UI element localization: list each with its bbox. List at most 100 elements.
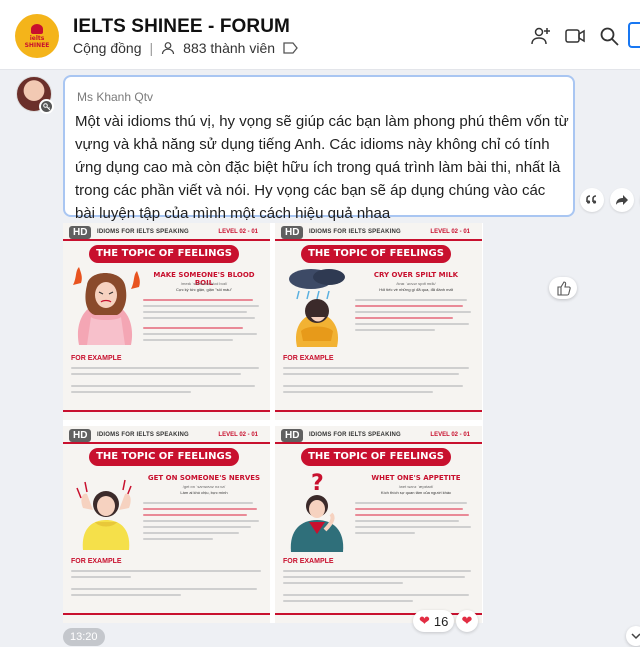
text-line <box>143 502 253 504</box>
svg-text:?: ? <box>311 471 324 496</box>
like-button[interactable] <box>549 277 577 299</box>
text-line <box>355 532 415 534</box>
text-line <box>143 317 255 319</box>
key-badge-icon <box>39 99 54 114</box>
scroll-down-button[interactable] <box>626 626 640 646</box>
text-line <box>283 582 403 584</box>
topic-banner: THE TOPIC OF FEELINGS <box>301 245 451 263</box>
text-line <box>283 373 459 375</box>
group-subtitle: Cộng đồng | 883 thành viên <box>73 40 299 56</box>
text-line <box>143 526 251 528</box>
text-line <box>143 508 257 510</box>
text-line <box>71 588 257 590</box>
share-icon[interactable] <box>610 188 634 212</box>
tag-icon[interactable] <box>283 42 299 54</box>
text-line <box>71 594 181 596</box>
hd-badge: HD <box>281 226 304 239</box>
text-line <box>143 514 247 516</box>
text-line <box>71 391 191 393</box>
member-count[interactable]: 883 thành viên <box>183 40 275 56</box>
text-line <box>71 373 241 375</box>
series-title: IDIOMS FOR IELTS SPEAKING <box>97 229 189 235</box>
topic-banner: THE TOPIC OF FEELINGS <box>301 448 451 466</box>
hd-badge: HD <box>281 429 304 442</box>
text-line <box>143 327 243 329</box>
text-line <box>355 317 453 319</box>
text-line <box>143 520 259 522</box>
chat-header: ielts SHINEE IELTS SHINEE - FORUM Cộng đ… <box>0 0 640 70</box>
text-line <box>355 514 469 516</box>
text-line <box>71 367 259 369</box>
card-footer-rule <box>275 410 482 412</box>
search-icon[interactable] <box>598 25 620 47</box>
text-line <box>71 385 255 387</box>
sender-name[interactable]: Ms Khanh Qtv <box>77 90 153 104</box>
idiom-image-3[interactable]: HD IDIOMS FOR IELTS SPEAKING LEVEL 02 - … <box>63 426 270 623</box>
image-grid[interactable]: HD IDIOMS FOR IELTS SPEAKING LEVEL 02 - … <box>63 223 483 623</box>
message-text: Một vài idioms thú vị, hy vọng sẽ giúp c… <box>75 113 569 222</box>
hd-badge: HD <box>69 226 92 239</box>
text-line <box>283 385 463 387</box>
for-example-label: FOR EXAMPLE <box>283 558 334 565</box>
text-line <box>143 532 239 534</box>
for-example-label: FOR EXAMPLE <box>71 558 122 565</box>
text-line <box>355 520 459 522</box>
text-line <box>143 305 259 307</box>
heart-icon: ❤ <box>419 613 430 628</box>
text-line <box>143 311 247 313</box>
thinking-man-illustration: ? <box>281 468 355 554</box>
idiom-image-2[interactable]: HD IDIOMS FOR IELTS SPEAKING LEVEL 02 - … <box>275 223 482 420</box>
text-line <box>355 502 467 504</box>
logo-text-bottom: SHINEE <box>24 41 50 49</box>
react-heart-button[interactable]: ❤ <box>456 610 478 632</box>
message-bubble[interactable]: Ms Khanh Qtv Một vài idioms thú vị, hy v… <box>63 75 575 222</box>
text-line <box>355 323 469 325</box>
idiom-pronunciation: /wet wʌnz ˈæpɪtaɪt/ <box>398 484 434 489</box>
member-icon <box>162 42 175 55</box>
message-time: 13:20 <box>63 628 105 646</box>
idiom-title: GET ON SOMEONE'S NERVES <box>147 474 261 482</box>
hd-badge: HD <box>69 429 92 442</box>
text-line <box>283 367 469 369</box>
idiom-meaning: Hối tiếc về những gì đã qua, đã đánh mất <box>379 287 453 292</box>
idiom-image-4[interactable]: HD IDIOMS FOR IELTS SPEAKING LEVEL 02 - … <box>275 426 482 623</box>
group-title[interactable]: IELTS SHINEE - FORUM <box>73 16 290 38</box>
level-label: LEVEL 02 - 01 <box>218 229 258 235</box>
group-avatar[interactable]: ielts SHINEE <box>15 14 59 58</box>
text-line <box>143 333 257 335</box>
idiom-meaning: Kích thích sự quan tâm của người khác <box>380 490 452 495</box>
for-example-label: FOR EXAMPLE <box>283 355 334 362</box>
text-line <box>283 594 469 596</box>
topic-banner: THE TOPIC OF FEELINGS <box>89 245 239 263</box>
level-label: LEVEL 02 - 01 <box>218 432 258 438</box>
text-line <box>283 600 413 602</box>
level-label: LEVEL 02 - 01 <box>430 432 470 438</box>
separator: | <box>149 40 154 56</box>
frustrated-woman-illustration <box>69 468 143 554</box>
text-line <box>71 570 261 572</box>
sidebar-toggle-icon[interactable] <box>628 22 640 48</box>
reaction-count: 16 <box>433 613 449 629</box>
heart-icon: ❤ <box>461 613 473 628</box>
thumbs-up-icon <box>556 280 571 296</box>
angry-woman-illustration <box>69 265 143 351</box>
video-call-icon[interactable] <box>564 25 586 47</box>
text-line <box>283 391 433 393</box>
quote-icon[interactable] <box>580 188 604 212</box>
logo-text-top: ielts <box>29 34 45 42</box>
for-example-label: FOR EXAMPLE <box>71 355 122 362</box>
topic-banner: THE TOPIC OF FEELINGS <box>89 448 239 466</box>
text-line <box>355 299 467 301</box>
idiom-pronunciation: /kraɪ ˈəʊvər spɪlt mɪlk/ <box>396 281 436 286</box>
idiom-meaning: Làm ai khó chịu, bực mình <box>180 490 228 495</box>
idiom-image-1[interactable]: HD IDIOMS FOR IELTS SPEAKING LEVEL 02 - … <box>63 223 270 420</box>
text-line <box>143 339 233 341</box>
chevron-down-icon <box>631 633 640 640</box>
reaction-summary[interactable]: ❤ 16 <box>413 610 455 632</box>
text-line <box>355 305 463 307</box>
chat-area: Ms Khanh Qtv Một vài idioms thú vị, hy v… <box>0 70 640 647</box>
add-member-icon[interactable] <box>530 25 552 47</box>
idiom-meaning: Cực kỳ tức giận, giận "sôi máu" <box>176 287 232 292</box>
card-footer-rule <box>63 410 270 412</box>
group-category: Cộng đồng <box>73 40 142 56</box>
